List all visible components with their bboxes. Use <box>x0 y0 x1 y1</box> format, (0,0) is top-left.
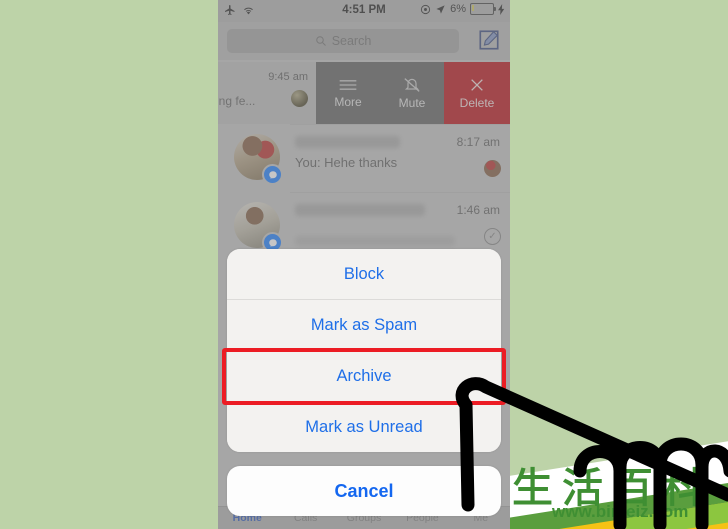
action-block[interactable]: Block <box>227 249 501 299</box>
pointing-hand-cursor <box>455 377 728 529</box>
action-mark-as-spam[interactable]: Mark as Spam <box>227 299 501 350</box>
